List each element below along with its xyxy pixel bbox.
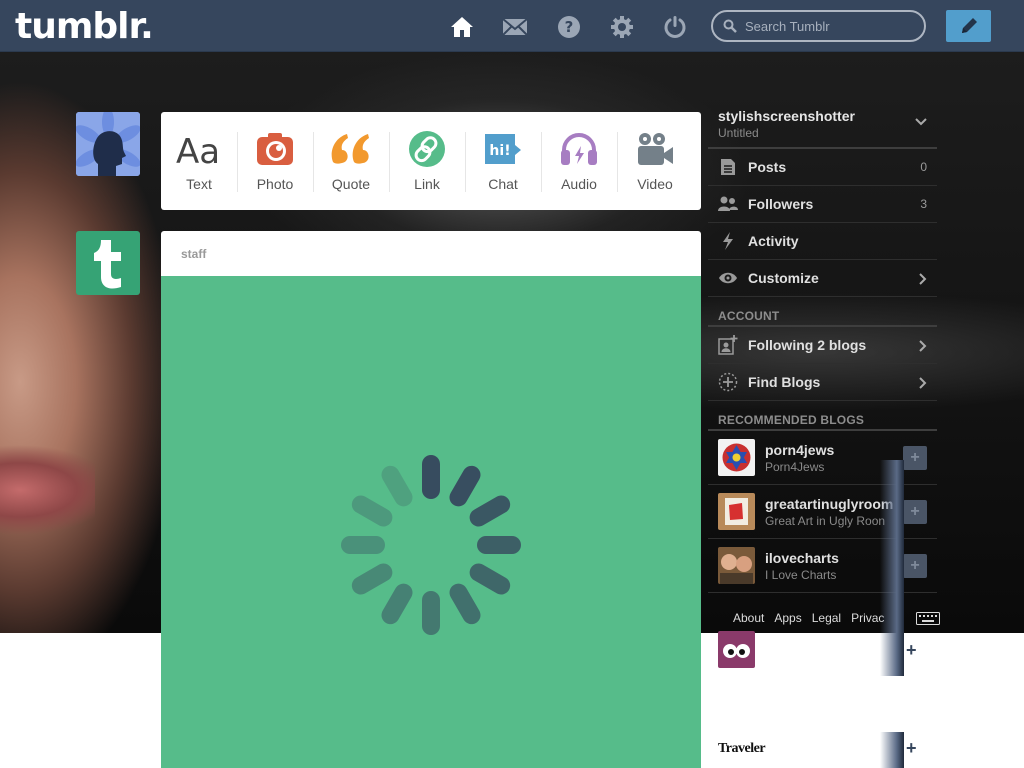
sidebar-blog-header[interactable]: stylishscreenshotter Untitled xyxy=(708,100,937,149)
tumblr-logo[interactable]: tumblr. xyxy=(15,6,154,47)
recommended-blogs-heading: RECOMMENDED BLOGS xyxy=(708,401,937,431)
sidebar-item-posts[interactable]: Posts 0 xyxy=(708,149,937,186)
post-blog-name[interactable]: staff xyxy=(161,231,701,276)
post-link-button[interactable]: Link xyxy=(389,112,465,210)
chevron-right-icon xyxy=(919,377,927,389)
post-quote-button[interactable]: Quote xyxy=(313,112,389,210)
footer-link-legal[interactable]: Legal xyxy=(812,611,841,625)
post-type-bar: Aa Text Photo Quote Link hi! Chat Audio … xyxy=(161,112,701,210)
chevron-right-icon xyxy=(919,273,927,285)
compose-post-button[interactable] xyxy=(946,10,991,42)
sidebar-item-customize[interactable]: Customize xyxy=(708,260,937,297)
followers-people-icon xyxy=(718,196,738,211)
following-contact-icon xyxy=(718,335,738,355)
settings-gear-icon[interactable] xyxy=(609,14,635,40)
chevron-right-icon xyxy=(919,340,927,352)
post-text-button[interactable]: Aa Text xyxy=(161,112,237,210)
footer-link-about[interactable]: About xyxy=(733,611,764,625)
svg-text:hi!: hi! xyxy=(489,143,510,159)
inbox-mail-icon[interactable] xyxy=(502,14,528,40)
help-icon[interactable]: ? xyxy=(556,14,582,40)
post-audio-button[interactable]: Audio xyxy=(541,112,617,210)
post-content xyxy=(161,276,701,768)
background-lips xyxy=(0,440,95,540)
follow-plus-button[interactable]: + xyxy=(906,640,917,661)
follow-plus-button[interactable]: + xyxy=(903,554,927,578)
camera-icon xyxy=(257,133,293,165)
posts-count: 0 xyxy=(920,160,927,174)
headphones-icon xyxy=(561,133,597,165)
staff-avatar[interactable] xyxy=(76,231,140,295)
blog-title: Untitled xyxy=(718,126,759,140)
sidebar-footer-links: About Apps Legal Privac xyxy=(733,611,884,625)
power-logout-icon[interactable] xyxy=(662,14,688,40)
home-icon[interactable] xyxy=(449,14,475,40)
sidebar-item-activity[interactable]: Activity xyxy=(708,223,937,260)
sidebar-item-following[interactable]: Following 2 blogs xyxy=(708,327,937,364)
eye-icon xyxy=(719,272,737,284)
footer-link-apps[interactable]: Apps xyxy=(774,611,801,625)
search-icon xyxy=(723,19,737,33)
account-heading: ACCOUNT xyxy=(708,297,937,327)
followers-count: 3 xyxy=(920,197,927,211)
video-camera-icon xyxy=(638,133,673,165)
render-artifact-strip xyxy=(880,630,904,676)
keyboard-icon[interactable] xyxy=(916,612,940,625)
svg-text:Aa: Aa xyxy=(176,132,220,168)
compass-icon xyxy=(718,372,738,392)
follow-plus-button[interactable]: + xyxy=(906,738,917,759)
chat-icon: hi! xyxy=(485,134,521,164)
follow-plus-button[interactable]: + xyxy=(903,500,927,524)
text-icon: Aa xyxy=(176,132,220,168)
link-icon xyxy=(409,131,445,167)
top-navigation-bar: tumblr. ? xyxy=(0,0,1024,52)
quote-icon xyxy=(331,134,369,164)
sidebar-item-find-blogs[interactable]: Find Blogs xyxy=(708,364,937,401)
recommended-blog-avatar xyxy=(718,547,755,584)
recommended-blog-avatar xyxy=(718,493,755,530)
pencil-icon xyxy=(961,18,977,33)
loading-spinner-icon xyxy=(341,455,521,635)
recommended-blog-avatar[interactable] xyxy=(718,631,755,668)
blog-name: stylishscreenshotter xyxy=(718,108,855,124)
dashboard-post: staff xyxy=(161,231,701,768)
chevron-down-icon xyxy=(915,118,927,126)
search-box xyxy=(711,10,926,42)
sidebar-item-followers[interactable]: Followers 3 xyxy=(708,186,937,223)
svg-text:?: ? xyxy=(565,18,574,36)
search-input[interactable] xyxy=(745,18,915,34)
recommended-blog-avatar xyxy=(718,439,755,476)
render-artifact-strip xyxy=(880,732,904,768)
lightning-icon xyxy=(723,232,733,250)
post-chat-button[interactable]: hi! Chat xyxy=(465,112,541,210)
post-photo-button[interactable]: Photo xyxy=(237,112,313,210)
traveler-logo-thumb[interactable]: Traveler xyxy=(718,741,766,757)
render-artifact-strip xyxy=(880,460,904,630)
posts-document-icon xyxy=(721,159,735,175)
follow-plus-button[interactable]: + xyxy=(903,446,927,470)
post-video-button[interactable]: Video xyxy=(617,112,693,210)
user-avatar[interactable] xyxy=(76,112,140,176)
